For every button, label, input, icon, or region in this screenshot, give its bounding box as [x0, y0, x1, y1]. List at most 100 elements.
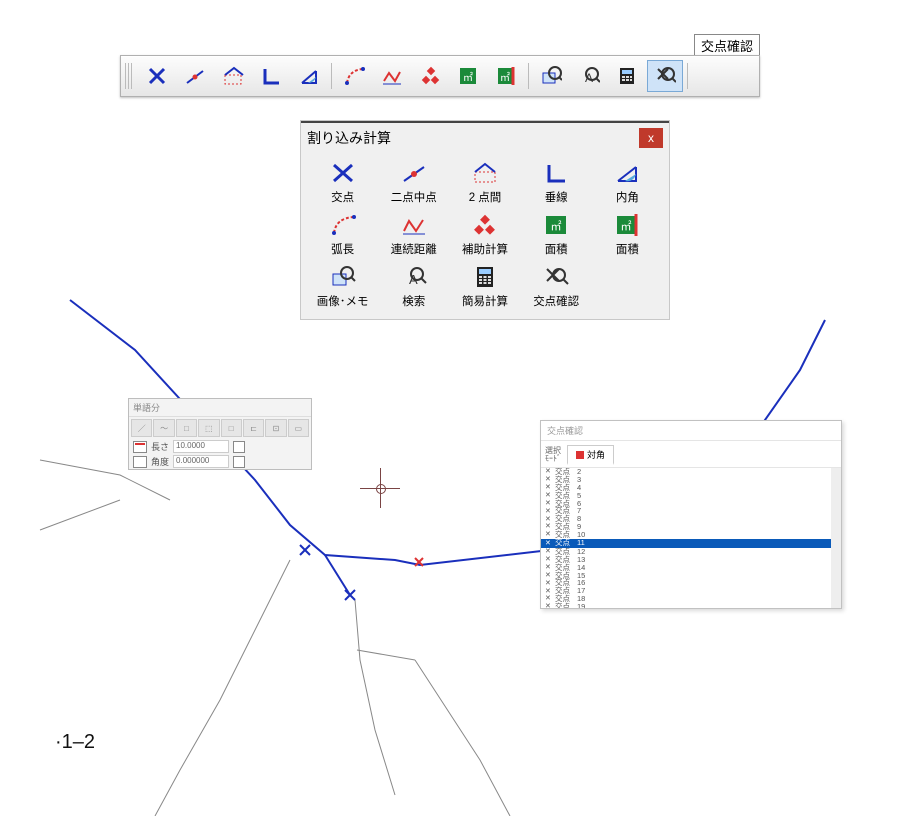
ix-row[interactable]: ✕交点8: [541, 515, 831, 523]
calc-area-red[interactable]: ㎡ 面積: [594, 211, 661, 257]
calc-image-memo[interactable]: 画像･メモ: [309, 263, 376, 309]
calc-aux-calc[interactable]: 補助計算: [451, 211, 518, 257]
calc-panel-title: 割り込み計算: [307, 128, 639, 148]
tb-area-green[interactable]: ㎡: [450, 60, 486, 92]
perpendicular-icon: [539, 159, 573, 187]
ix-row[interactable]: ✕交点3: [541, 476, 831, 484]
ix-row[interactable]: ✕交点5: [541, 492, 831, 500]
lp-tool-6[interactable]: ⊏: [243, 419, 264, 437]
intersection-check-icon: [539, 263, 573, 291]
length-checkbox[interactable]: [233, 441, 245, 453]
calc-item-label: 垂線: [545, 189, 568, 205]
calculator-icon: [468, 263, 502, 291]
ix-row[interactable]: ✕交点2: [541, 468, 831, 476]
tb-perpendicular[interactable]: [253, 60, 289, 92]
lp-tool-5[interactable]: □: [221, 419, 242, 437]
calc-panel: 割り込み計算 x 交点 二点中点 2 点間 垂線 内角 弧長: [300, 120, 670, 320]
chain-icon: [397, 211, 431, 239]
calc-item-label: 二点中点: [391, 189, 437, 205]
calc-panel-close[interactable]: x: [639, 128, 663, 148]
line-panel-tools: ／ 〜 □ ⬚ □ ⊏ ⊡ ▭: [129, 417, 311, 439]
calc-search[interactable]: A 検索: [380, 263, 447, 309]
ix-row[interactable]: ✕交点6: [541, 500, 831, 508]
calc-arc-length[interactable]: 弧長: [309, 211, 376, 257]
ix-tab-diagonal[interactable]: 対角: [567, 445, 614, 465]
tb-search[interactable]: A: [571, 60, 607, 92]
tooltip-intersection-check: 交点確認: [694, 34, 760, 57]
ix-list[interactable]: ✕交点2✕交点3✕交点4✕交点5✕交点6✕交点7✕交点8✕交点9✕交点10✕交点…: [541, 468, 841, 608]
calc-inner-angle[interactable]: 内角: [594, 159, 661, 205]
search-icon: A: [397, 263, 431, 291]
ix-row[interactable]: ✕交点19: [541, 603, 831, 608]
angle-field[interactable]: 0.000000: [173, 455, 229, 468]
calc-item-label: 連続距離: [391, 241, 437, 257]
ix-row[interactable]: ✕交点4: [541, 484, 831, 492]
calc-item-label: 面積: [616, 241, 639, 257]
svg-text:㎡: ㎡: [463, 72, 473, 84]
calc-item-label: 弧長: [331, 241, 354, 257]
calc-perpendicular[interactable]: 垂線: [523, 159, 590, 205]
calc-item-label: 交点: [331, 189, 354, 205]
line-panel-title[interactable]: 単語分: [129, 399, 311, 417]
calc-item-label: 交点確認: [533, 293, 579, 309]
ix-panel-title[interactable]: 交点確認: [541, 421, 841, 441]
figure-caption: ·1–2: [55, 731, 95, 754]
calc-continuous-dist[interactable]: 連続距離: [380, 211, 447, 257]
calc-item-label: 2 点間: [469, 189, 502, 205]
calc-simple-calc[interactable]: 簡易計算: [451, 263, 518, 309]
tb-two-point-dist[interactable]: [215, 60, 251, 92]
tb-intersection[interactable]: [139, 60, 175, 92]
calc-midpoint[interactable]: 二点中点: [380, 159, 447, 205]
line-segment-panel: 単語分 ／ 〜 □ ⬚ □ ⊏ ⊡ ▭ 長さ 10.0000 角度 0.0000…: [128, 398, 312, 470]
red-square-icon: [576, 451, 584, 459]
calc-area-green[interactable]: ㎡ 面積: [523, 211, 590, 257]
lp-tool-1[interactable]: ／: [131, 419, 152, 437]
angle-swatch-icon: [133, 456, 147, 468]
calc-item-label: 簡易計算: [462, 293, 508, 309]
angle-checkbox[interactable]: [233, 456, 245, 468]
ix-row[interactable]: ✕交点7: [541, 507, 831, 515]
angle-label: 角度: [151, 455, 169, 468]
lp-tool-2[interactable]: 〜: [153, 419, 174, 437]
lp-tool-4[interactable]: ⬚: [198, 419, 219, 437]
tb-inner-angle[interactable]: [291, 60, 327, 92]
calc-item-label: 補助計算: [462, 241, 508, 257]
toolbar-grip[interactable]: [125, 63, 133, 89]
angle-icon: [610, 159, 644, 187]
length-label: 長さ: [151, 440, 169, 453]
svg-text:㎡: ㎡: [500, 72, 510, 84]
image-memo-icon: [326, 263, 360, 291]
calc-item-label: 内角: [616, 189, 639, 205]
diamond-icon: [468, 211, 502, 239]
tb-arc-length[interactable]: [336, 60, 372, 92]
length-field[interactable]: 10.0000: [173, 440, 229, 453]
calc-intersection[interactable]: 交点: [309, 159, 376, 205]
midpoint-icon: [397, 159, 431, 187]
ix-tab-label: 対角: [587, 448, 605, 461]
intersection-list-panel: 交点確認 選択 ﾓｰﾄﾞ 対角 ✕交点2✕交点3✕交点4✕交点5✕交点6✕交点7…: [540, 420, 842, 609]
calc-item-label: 検索: [402, 293, 425, 309]
calc-two-point-dist[interactable]: 2 点間: [451, 159, 518, 205]
intersection-icon: [326, 159, 360, 187]
arc-icon: [326, 211, 360, 239]
tb-midpoint[interactable]: [177, 60, 213, 92]
length-swatch-icon: [133, 441, 147, 453]
calc-intersection-check[interactable]: 交点確認: [523, 263, 590, 309]
lp-tool-3[interactable]: □: [176, 419, 197, 437]
tb-area-red[interactable]: ㎡: [488, 60, 524, 92]
tb-simple-calc[interactable]: [609, 60, 645, 92]
tb-aux-calc[interactable]: [412, 60, 448, 92]
cursor-crosshair: [360, 468, 400, 508]
calc-item-label: 画像･メモ: [317, 293, 369, 309]
two-dist-icon: [468, 159, 502, 187]
tb-image-memo[interactable]: [533, 60, 569, 92]
area-red-icon: ㎡: [610, 211, 644, 239]
lp-tool-8[interactable]: ▭: [288, 419, 309, 437]
ix-mode-label-b: ﾓｰﾄﾞ: [545, 455, 561, 463]
tb-continuous-dist[interactable]: [374, 60, 410, 92]
calc-grid: 交点 二点中点 2 点間 垂線 内角 弧長 連続距離 補助計算: [301, 153, 669, 319]
calc-item-label: 面積: [545, 241, 568, 257]
svg-text:㎡: ㎡: [621, 220, 632, 233]
lp-tool-7[interactable]: ⊡: [265, 419, 286, 437]
tb-intersection-check[interactable]: [647, 60, 683, 92]
